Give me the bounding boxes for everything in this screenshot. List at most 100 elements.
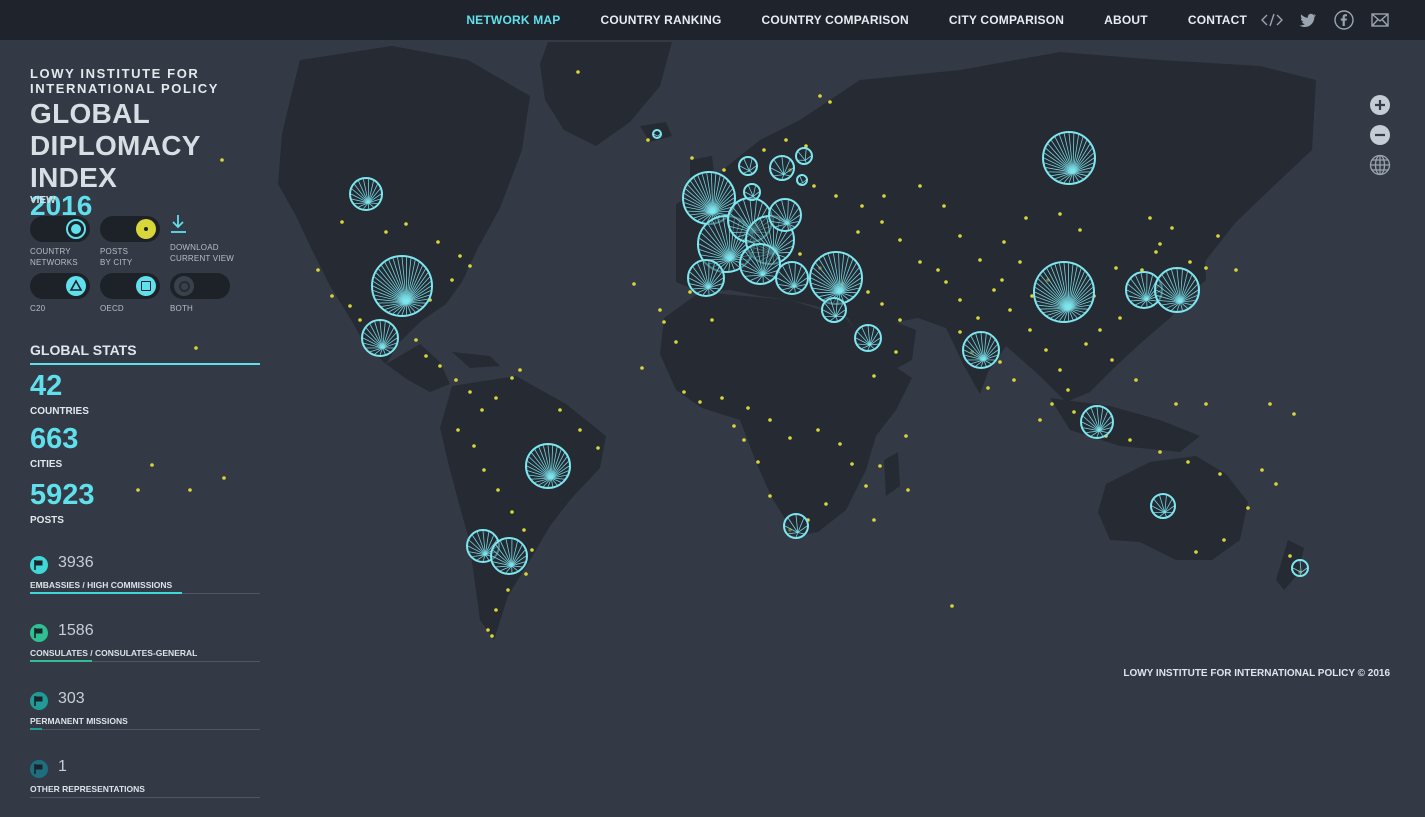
post-dot xyxy=(906,488,910,492)
countries-count: 42 xyxy=(30,370,63,402)
post-dot xyxy=(194,346,198,350)
toggle-both[interactable] xyxy=(170,273,230,299)
flag-icon xyxy=(30,624,48,642)
post-dot xyxy=(136,488,140,492)
post-dot xyxy=(510,376,514,380)
zoom-out-button[interactable] xyxy=(1369,124,1391,146)
post-dot xyxy=(950,604,954,608)
country-network-circle[interactable] xyxy=(796,174,808,186)
cities-label: CITIES xyxy=(30,459,63,470)
post-dot xyxy=(456,428,460,432)
nav-contact[interactable]: CONTACT xyxy=(1188,13,1247,27)
post-dot xyxy=(834,194,838,198)
embassies-bar-fill xyxy=(30,592,182,594)
country-network-circle[interactable] xyxy=(1080,405,1114,439)
post-dot xyxy=(818,94,822,98)
country-network-circle[interactable] xyxy=(361,319,399,357)
country-network-circle[interactable] xyxy=(769,155,795,181)
toggle-c20[interactable] xyxy=(30,273,90,299)
circle-icon xyxy=(71,224,81,234)
post-dot xyxy=(384,230,388,234)
email-icon[interactable] xyxy=(1369,10,1391,30)
post-dot xyxy=(856,230,860,234)
country-network-circle[interactable] xyxy=(962,331,1000,369)
embed-icon[interactable] xyxy=(1261,10,1283,30)
country-network-circle[interactable] xyxy=(854,324,882,352)
post-dot xyxy=(958,330,962,334)
post-dot xyxy=(658,308,662,312)
post-dot xyxy=(632,282,636,286)
country-network-circle[interactable] xyxy=(652,129,662,139)
post-dot xyxy=(436,240,440,244)
twitter-icon[interactable] xyxy=(1297,10,1319,30)
square-icon xyxy=(141,281,151,291)
post-dot xyxy=(1148,216,1152,220)
toggle-country-networks-label: COUNTRY NETWORKS xyxy=(30,247,78,267)
globe-icon xyxy=(1369,154,1391,176)
post-dot xyxy=(1008,308,1012,312)
download-label: DOWNLOAD CURRENT VIEW xyxy=(170,243,235,263)
country-network-circle[interactable] xyxy=(1291,559,1309,577)
post-dot xyxy=(918,184,922,188)
country-network-circle[interactable] xyxy=(687,259,725,297)
post-dot xyxy=(1066,388,1070,392)
post-dot xyxy=(150,463,154,467)
flag-icon xyxy=(30,692,48,710)
zoom-in-button[interactable] xyxy=(1369,94,1391,116)
country-network-circle[interactable] xyxy=(821,297,847,323)
post-dot xyxy=(596,446,600,450)
post-dot xyxy=(1058,368,1062,372)
post-dot xyxy=(1128,438,1132,442)
country-network-circle[interactable] xyxy=(490,537,528,575)
post-dot xyxy=(942,204,946,208)
country-network-circle[interactable] xyxy=(795,147,813,165)
post-dot xyxy=(1058,212,1062,216)
permanent-missions-bar-track xyxy=(30,729,260,730)
post-dot xyxy=(414,338,418,342)
toggle-posts-by-city[interactable] xyxy=(100,216,160,242)
country-network-circle[interactable] xyxy=(743,183,761,201)
reset-globe-button[interactable] xyxy=(1369,154,1391,176)
nav-about[interactable]: ABOUT xyxy=(1104,13,1148,27)
global-stats-title: GLOBAL STATS xyxy=(30,342,137,358)
post-dot xyxy=(904,434,908,438)
social-links xyxy=(1261,10,1391,30)
country-network-circle[interactable] xyxy=(783,513,809,539)
country-network-circle[interactable] xyxy=(1042,131,1096,185)
post-dot xyxy=(468,264,472,268)
country-network-circle[interactable] xyxy=(371,255,433,317)
post-dot xyxy=(864,484,868,488)
post-dot xyxy=(878,464,882,468)
nav-city-comparison[interactable]: CITY COMPARISON xyxy=(949,13,1064,27)
toggle-country-networks[interactable] xyxy=(30,216,90,242)
post-dot xyxy=(1098,328,1102,332)
download-current-view-button[interactable] xyxy=(170,214,188,239)
facebook-icon[interactable] xyxy=(1333,10,1355,30)
country-network-circle[interactable] xyxy=(1033,261,1095,323)
country-network-circle[interactable] xyxy=(525,443,571,489)
country-network-circle[interactable] xyxy=(768,198,802,232)
post-dot xyxy=(1002,240,1006,244)
post-dot xyxy=(824,502,828,506)
post-dot xyxy=(1084,342,1088,346)
post-dot xyxy=(490,634,494,638)
post-dot xyxy=(468,390,472,394)
consulates-count: 1586 xyxy=(58,622,94,639)
copyright: LOWY INSTITUTE FOR INTERNATIONAL POLICY … xyxy=(1123,668,1390,679)
nav-country-comparison[interactable]: COUNTRY COMPARISON xyxy=(762,13,909,27)
country-network-circle[interactable] xyxy=(349,177,383,211)
other-representations-bar-track xyxy=(30,797,260,798)
nav-network-map[interactable]: NETWORK MAP xyxy=(466,13,560,27)
country-network-circle[interactable] xyxy=(739,243,781,285)
country-network-circle[interactable] xyxy=(775,261,809,295)
countries-label: COUNTRIES xyxy=(30,406,89,417)
post-dot xyxy=(872,518,876,522)
country-network-circle[interactable] xyxy=(809,251,863,305)
country-network-circle[interactable] xyxy=(1154,267,1200,313)
toggle-c20-label: C20 xyxy=(30,304,46,313)
post-dot xyxy=(482,468,486,472)
country-network-circle[interactable] xyxy=(1150,493,1176,519)
toggle-oecd[interactable] xyxy=(100,273,160,299)
nav-country-ranking[interactable]: COUNTRY RANKING xyxy=(601,13,722,27)
country-network-circle[interactable] xyxy=(738,156,758,176)
